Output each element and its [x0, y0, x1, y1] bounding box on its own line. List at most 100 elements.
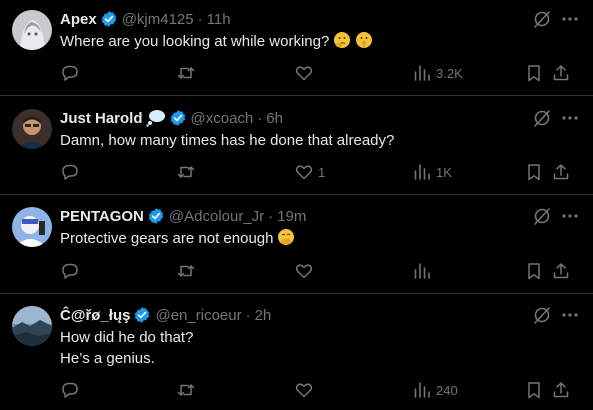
separator: · — [257, 109, 263, 127]
bookmark-icon — [528, 382, 540, 399]
action-bar: 1 1K — [60, 162, 581, 182]
reply-button[interactable] — [60, 162, 80, 182]
handle[interactable]: @en_ricoeur — [155, 307, 241, 324]
tweet-header: Just Harold @xcoach · 6h — [60, 108, 533, 128]
tweet-header: Ĉ@řø_łųş @en_ricoeur · 2h — [60, 305, 533, 325]
timestamp[interactable]: 6h — [266, 110, 283, 127]
tweet-header: PENTAGON @Adcolour_Jr · 19m — [60, 206, 533, 226]
handle[interactable]: @Adcolour_Jr — [169, 208, 264, 225]
tweet[interactable]: PENTAGON @Adcolour_Jr · 19m Protective g… — [0, 195, 593, 294]
avatar[interactable] — [12, 207, 52, 247]
grok-icon[interactable] — [532, 108, 552, 128]
face-with-hand-over-mouth-emoji — [277, 228, 295, 252]
retweet-button[interactable] — [176, 162, 196, 182]
tweet-text-line: How did he do that? — [60, 329, 194, 346]
avatar[interactable] — [12, 109, 52, 149]
grok-icon[interactable] — [532, 9, 552, 29]
grok-icon[interactable] — [532, 206, 552, 226]
bookmark-button[interactable] — [524, 380, 544, 400]
tweet[interactable]: Apex @kjm4125 · 11h Where are you lookin… — [0, 0, 593, 96]
avatar[interactable] — [12, 306, 52, 346]
tweet-text-line: He’s a genius. — [60, 350, 155, 367]
bookmark-button[interactable] — [524, 261, 544, 281]
views-icon — [414, 263, 430, 279]
tweet-header: Apex @kjm4125 · 11h — [60, 9, 533, 29]
timestamp[interactable]: 11h — [207, 11, 231, 28]
separator: · — [245, 306, 251, 324]
reply-button[interactable] — [60, 63, 80, 83]
verified-badge-icon — [133, 306, 151, 324]
like-button[interactable] — [294, 380, 318, 400]
more-icon[interactable] — [560, 305, 580, 325]
view-count: 240 — [436, 382, 458, 398]
views-icon — [414, 382, 430, 398]
handle[interactable]: @xcoach — [191, 110, 254, 127]
tweet-text-line: Protective gears are not enough — [60, 230, 274, 247]
more-icon[interactable] — [560, 206, 580, 226]
share-button[interactable] — [551, 63, 571, 83]
views-button[interactable]: 3.2K — [412, 63, 463, 83]
retweet-button[interactable] — [176, 261, 196, 281]
share-button[interactable] — [551, 261, 571, 281]
views-button[interactable]: 240 — [412, 380, 458, 400]
reply-button[interactable] — [60, 261, 80, 281]
separator: · — [197, 10, 203, 28]
reply-icon — [62, 164, 78, 180]
views-icon — [414, 164, 430, 180]
like-button[interactable] — [294, 261, 318, 281]
retweet-icon — [177, 166, 195, 178]
action-bar: 240 — [60, 380, 581, 400]
views-button[interactable]: 1K — [412, 162, 452, 182]
display-name[interactable]: Ĉ@řø_łųş — [60, 307, 130, 324]
verified-badge-icon — [169, 109, 187, 127]
share-icon — [553, 65, 569, 81]
share-icon — [553, 263, 569, 279]
views-button[interactable] — [412, 261, 436, 281]
like-button[interactable] — [294, 63, 318, 83]
share-icon — [553, 164, 569, 180]
shushing-face-emoji — [355, 31, 373, 55]
like-icon — [295, 264, 313, 279]
display-name[interactable]: PENTAGON — [60, 208, 144, 225]
tweet-text: Damn, how many times has he done that al… — [60, 130, 573, 151]
tweet-text-line: Damn, how many times has he done that al… — [60, 132, 395, 149]
like-icon — [295, 383, 313, 398]
bookmark-button[interactable] — [524, 162, 544, 182]
bookmark-icon — [528, 164, 540, 181]
share-button[interactable] — [551, 380, 571, 400]
views-icon — [414, 65, 430, 81]
more-icon[interactable] — [560, 9, 580, 29]
thought-balloon-emoji — [145, 109, 166, 127]
retweet-button[interactable] — [176, 380, 196, 400]
display-name[interactable]: Just Harold — [60, 110, 143, 127]
timestamp[interactable]: 2h — [255, 307, 272, 324]
handle[interactable]: @kjm4125 — [122, 11, 194, 28]
more-icon[interactable] — [560, 108, 580, 128]
retweet-button[interactable] — [176, 63, 196, 83]
reply-button[interactable] — [60, 380, 80, 400]
share-button[interactable] — [551, 162, 571, 182]
reply-icon — [62, 382, 78, 398]
timestamp[interactable]: 19m — [277, 208, 306, 225]
action-bar — [60, 261, 581, 281]
bookmark-icon — [528, 65, 540, 82]
like-icon — [295, 165, 313, 180]
reply-icon — [62, 263, 78, 279]
display-name[interactable]: Apex — [60, 11, 97, 28]
tweet-feed: Apex @kjm4125 · 11h Where are you lookin… — [0, 0, 593, 410]
like-button[interactable]: 1 — [294, 162, 325, 182]
verified-badge-icon — [147, 207, 165, 225]
avatar[interactable] — [12, 10, 52, 50]
tweet[interactable]: Ĉ@řø_łųş @en_ricoeur · 2h How did he do … — [0, 294, 593, 410]
share-icon — [553, 382, 569, 398]
bookmark-icon — [528, 263, 540, 280]
grok-icon[interactable] — [532, 305, 552, 325]
tweet[interactable]: Just Harold @xcoach · 6h Damn, how many … — [0, 96, 593, 195]
separator: · — [268, 207, 274, 225]
bookmark-button[interactable] — [524, 63, 544, 83]
view-count: 1K — [436, 164, 452, 180]
tweet-text: How did he do that? He’s a genius. — [60, 327, 573, 369]
tweet-text: Where are you looking at while working? — [60, 31, 573, 55]
like-icon — [295, 66, 313, 81]
verified-badge-icon — [100, 10, 118, 28]
